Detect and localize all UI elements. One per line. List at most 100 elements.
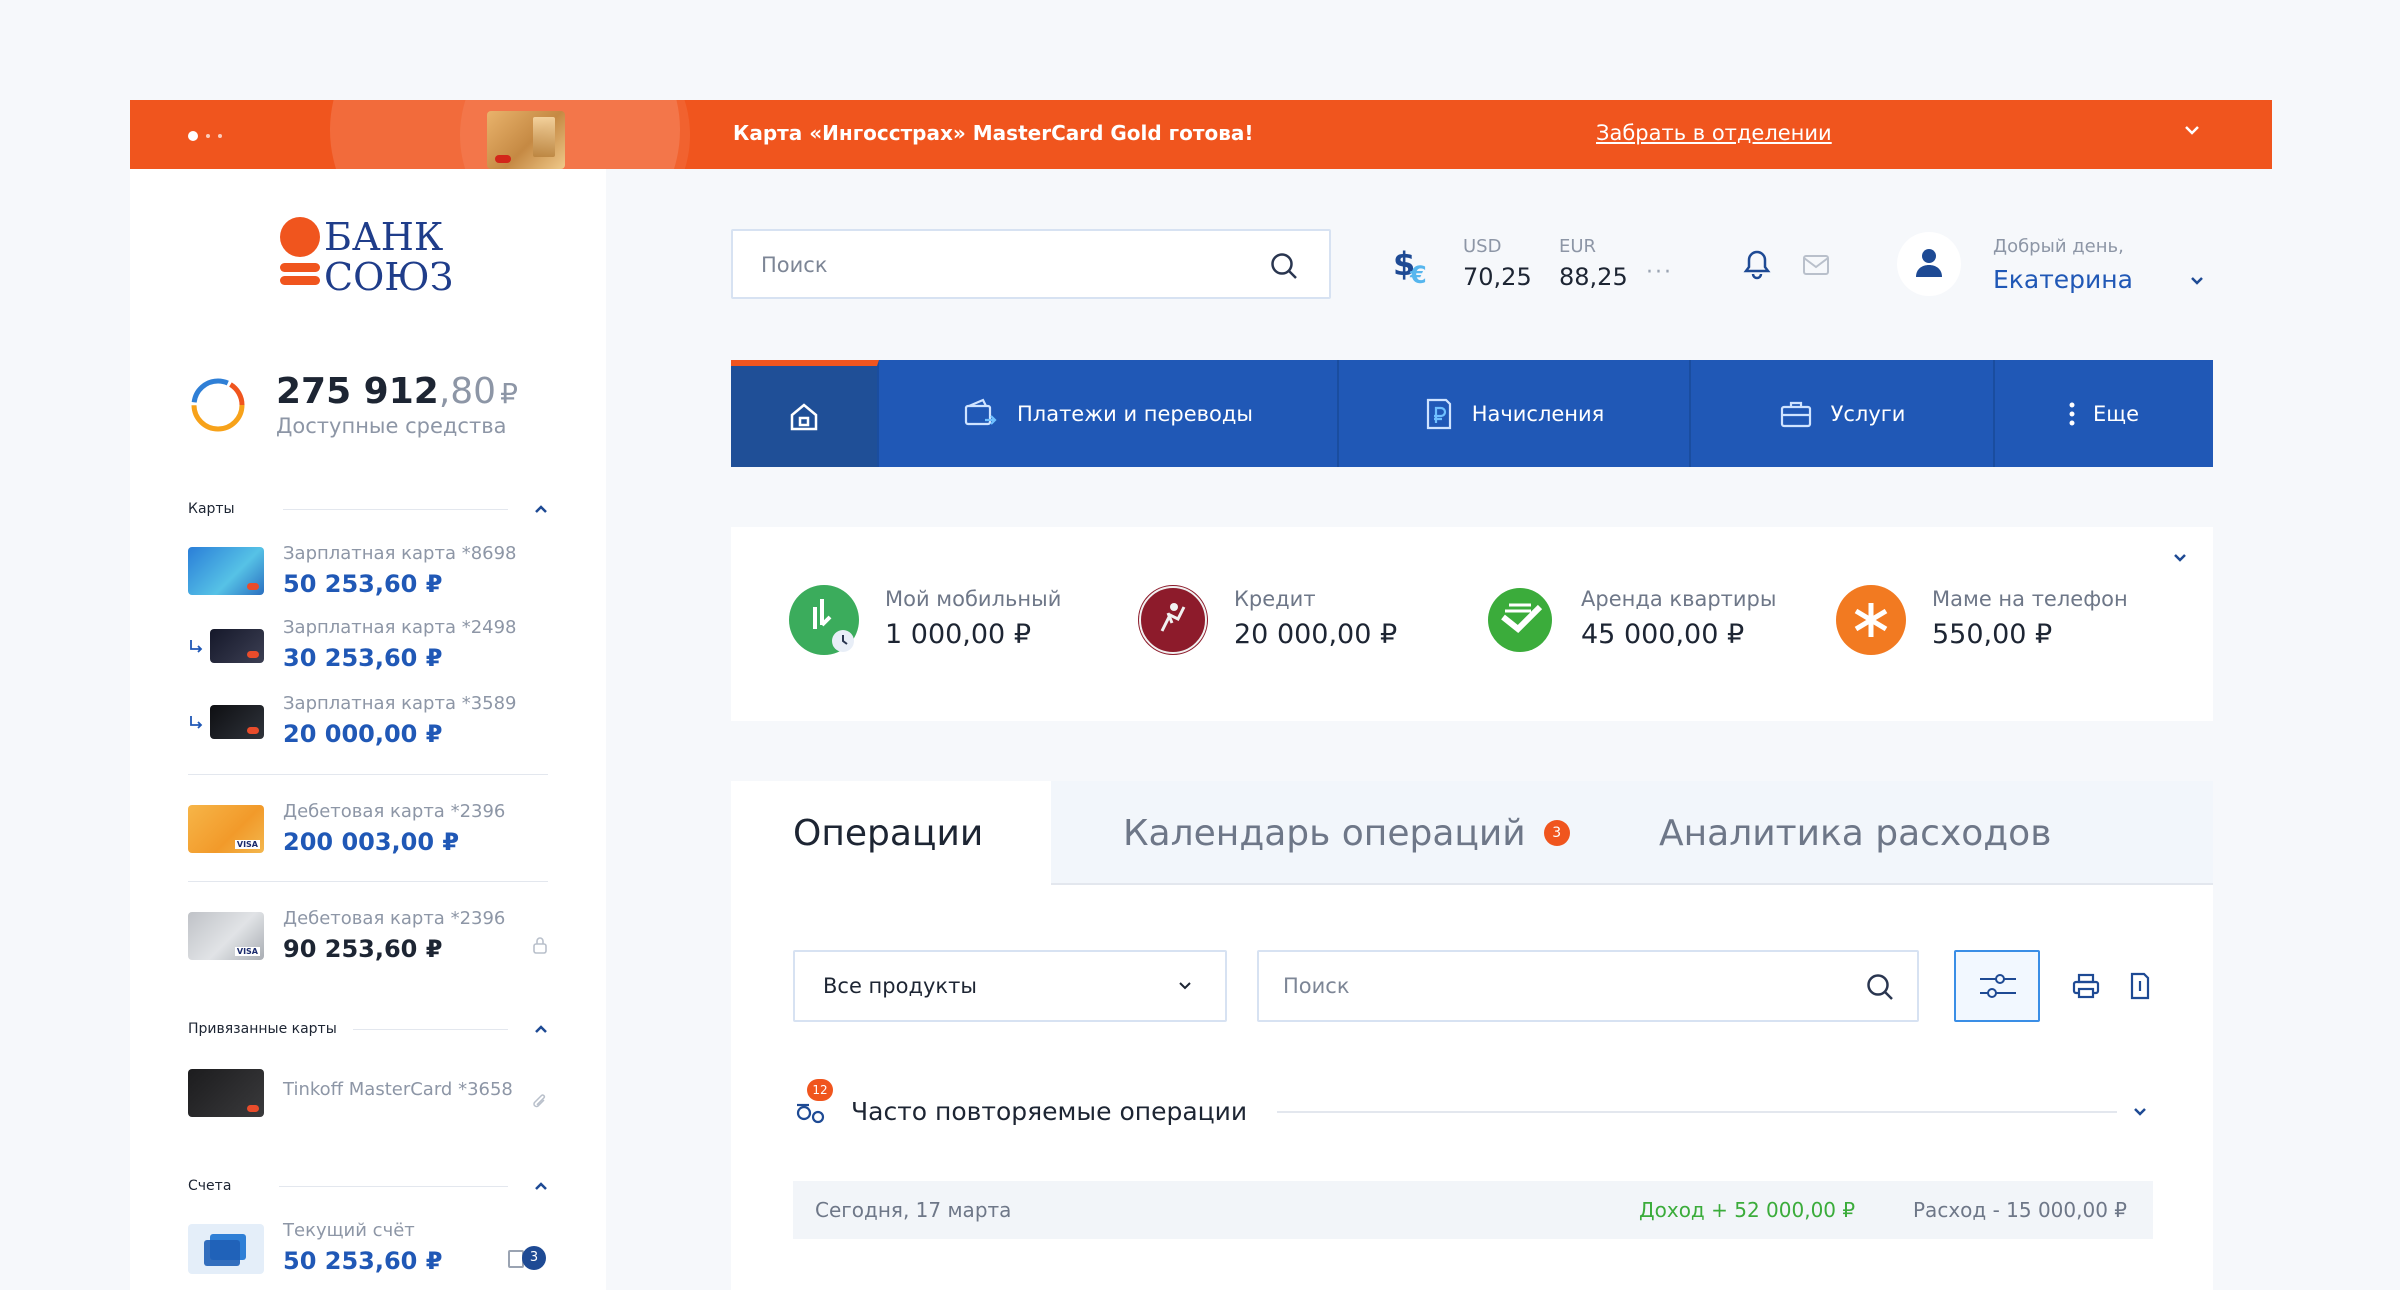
section-title: Счета bbox=[188, 1178, 232, 1194]
chevron-up-icon[interactable] bbox=[534, 1181, 548, 1191]
card-amount: 50 253,60 ₽ bbox=[283, 570, 443, 598]
usd-label: USD bbox=[1463, 236, 1502, 257]
frequent-badge: 12 bbox=[807, 1079, 833, 1101]
printer-icon[interactable] bbox=[2072, 973, 2100, 999]
chevron-down-icon[interactable] bbox=[2190, 276, 2204, 286]
account-item[interactable]: Текущий счёт 50 253,60 ₽ 3 bbox=[188, 1220, 548, 1284]
avatar[interactable] bbox=[1897, 232, 1961, 296]
chevron-down-icon[interactable] bbox=[2182, 120, 2202, 140]
nav-label: Платежи и переводы bbox=[1016, 401, 1254, 426]
favorite-amount: 1 000,00 ₽ bbox=[885, 619, 1031, 650]
favorite-amount: 550,00 ₽ bbox=[1932, 619, 2053, 650]
card-name: Tinkoff MasterCard *3658 bbox=[283, 1079, 513, 1100]
operations-search-input[interactable]: Поиск bbox=[1257, 950, 1919, 1022]
briefcase-icon bbox=[1780, 401, 1811, 427]
nav-label: Начисления bbox=[1471, 401, 1605, 426]
card-item[interactable]: VISA Дебетовая карта *2396 90 253,60 ₽ bbox=[188, 908, 548, 972]
accounts-section-header[interactable]: Счета bbox=[188, 1178, 548, 1194]
search-placeholder: Поиск bbox=[1283, 974, 1350, 998]
sidebar: БАНК СОЮЗ 275 912,80 ₽ Доступные средства… bbox=[130, 169, 606, 1290]
nav-label: Еще bbox=[2093, 401, 2139, 426]
linked-cards-section-header[interactable]: Привязанные карты bbox=[188, 1021, 548, 1037]
badge-count: 3 bbox=[522, 1246, 546, 1270]
mail-icon[interactable] bbox=[1802, 254, 1830, 276]
favorite-payment[interactable]: Маме на телефон 550,00 ₽ bbox=[1836, 585, 2128, 655]
usd-value: 70,25 bbox=[1463, 263, 1532, 291]
section-title: Карты bbox=[188, 501, 235, 517]
svg-text:€: € bbox=[1409, 261, 1427, 287]
invoice-ruble-icon bbox=[1426, 398, 1451, 429]
more-rates-button[interactable]: ··· bbox=[1646, 260, 1673, 285]
card-item[interactable]: VISA Дебетовая карта *2396 200 003,00 ₽ bbox=[188, 801, 548, 865]
export-document-icon[interactable] bbox=[2129, 971, 2151, 1001]
subcard-arrow-icon bbox=[190, 716, 203, 729]
global-search-input[interactable]: Поиск bbox=[731, 229, 1331, 299]
frequent-operations-row[interactable]: 12 Часто повторяемые операции bbox=[793, 1079, 2163, 1135]
card-thumbnail bbox=[188, 547, 264, 595]
favorite-payment[interactable]: Мой мобильный 1 000,00 ₽ bbox=[789, 585, 1061, 655]
chevron-down-icon[interactable] bbox=[2173, 553, 2187, 563]
nav-home[interactable] bbox=[731, 360, 879, 467]
chevron-up-icon[interactable] bbox=[534, 1024, 548, 1034]
pickup-link[interactable]: Забрать в отделении bbox=[1596, 121, 1832, 145]
day-summary-row: Сегодня, 17 марта Доход + 52 000,00 ₽ Ра… bbox=[793, 1181, 2153, 1239]
favorite-payment[interactable]: Аренда квартиры 45 000,00 ₽ bbox=[1485, 585, 1776, 655]
user-greeting[interactable]: Добрый день, Екатерина bbox=[1993, 236, 2133, 294]
moscow-emblem-icon bbox=[1138, 585, 1208, 655]
chevron-down-icon[interactable] bbox=[2133, 1107, 2147, 1117]
card-amount: 20 000,00 ₽ bbox=[283, 720, 443, 748]
user-icon bbox=[1916, 249, 1942, 277]
search-icon[interactable] bbox=[1269, 251, 1299, 281]
lock-icon[interactable] bbox=[532, 936, 548, 954]
linked-card-item[interactable]: Tinkoff MasterCard *3658 bbox=[188, 1069, 548, 1129]
card-item[interactable]: Зарплатная карта *3589 20 000,00 ₽ bbox=[188, 693, 548, 757]
documents-badge[interactable]: 3 bbox=[508, 1246, 548, 1272]
card-amount: 90 253,60 ₽ bbox=[283, 935, 443, 963]
tab-calendar[interactable]: Календарь операций 3 bbox=[1123, 781, 1570, 885]
card-thumbnail bbox=[188, 1069, 264, 1117]
nav-services[interactable]: Услуги bbox=[1691, 360, 1995, 467]
main-nav: Платежи и переводы Начисления Услуги Еще bbox=[731, 360, 2213, 467]
paperclip-icon[interactable] bbox=[532, 1093, 548, 1111]
chevron-up-icon[interactable] bbox=[534, 504, 548, 514]
account-amount: 50 253,60 ₽ bbox=[283, 1247, 443, 1275]
product-select[interactable]: Все продукты bbox=[793, 950, 1227, 1022]
favorite-label: Мой мобильный bbox=[885, 587, 1062, 611]
card-thumbnail bbox=[210, 629, 264, 663]
nav-payments[interactable]: Платежи и переводы bbox=[879, 360, 1339, 467]
favorite-label: Аренда квартиры bbox=[1581, 587, 1777, 611]
nav-more[interactable]: Еще bbox=[1995, 360, 2213, 467]
pagination-dot[interactable] bbox=[206, 134, 210, 138]
pagination-dot[interactable] bbox=[188, 131, 198, 141]
banner-pagination[interactable] bbox=[188, 131, 222, 141]
account-name: Текущий счёт bbox=[283, 1220, 415, 1241]
favorite-amount: 20 000,00 ₽ bbox=[1234, 619, 1398, 650]
pagination-dot[interactable] bbox=[218, 134, 222, 138]
operator-snowflake-icon bbox=[1836, 585, 1906, 655]
search-icon[interactable] bbox=[1865, 972, 1895, 1002]
currency-exchange-icon[interactable]: $ € bbox=[1393, 243, 1433, 287]
card-name: Дебетовая карта *2396 bbox=[283, 801, 506, 822]
gold-card-image bbox=[487, 111, 565, 169]
favorite-payments-panel: Мой мобильный 1 000,00 ₽ Кредит 20 000,0… bbox=[731, 527, 2213, 721]
favorite-payment[interactable]: Кредит 20 000,00 ₽ bbox=[1138, 585, 1397, 655]
card-thumbnail: VISA bbox=[188, 912, 264, 960]
bell-icon[interactable] bbox=[1742, 248, 1772, 280]
cards-section-header[interactable]: Карты bbox=[188, 501, 548, 517]
bank-logo[interactable]: БАНК СОЮЗ bbox=[280, 217, 453, 297]
tab-analytics[interactable]: Аналитика расходов bbox=[1659, 781, 2051, 885]
favorite-label: Кредит bbox=[1234, 587, 1316, 611]
card-item[interactable]: Зарплатная карта *2498 30 253,60 ₽ bbox=[188, 617, 548, 681]
tab-operations[interactable]: Операции bbox=[731, 781, 1051, 885]
filter-button[interactable] bbox=[1954, 950, 2040, 1022]
home-icon bbox=[790, 402, 818, 430]
card-item[interactable]: Зарплатная карта *8698 50 253,60 ₽ bbox=[188, 543, 548, 607]
favorite-amount: 45 000,00 ₽ bbox=[1581, 619, 1745, 650]
recurring-icon: 12 bbox=[793, 1079, 833, 1125]
card-name: Зарплатная карта *3589 bbox=[283, 693, 517, 714]
frequent-title: Часто повторяемые операции bbox=[851, 1097, 1248, 1126]
card-amount: 200 003,00 ₽ bbox=[283, 828, 460, 856]
sberbank-icon bbox=[1485, 585, 1555, 655]
nav-charges[interactable]: Начисления bbox=[1339, 360, 1691, 467]
subcard-arrow-icon bbox=[190, 640, 203, 653]
